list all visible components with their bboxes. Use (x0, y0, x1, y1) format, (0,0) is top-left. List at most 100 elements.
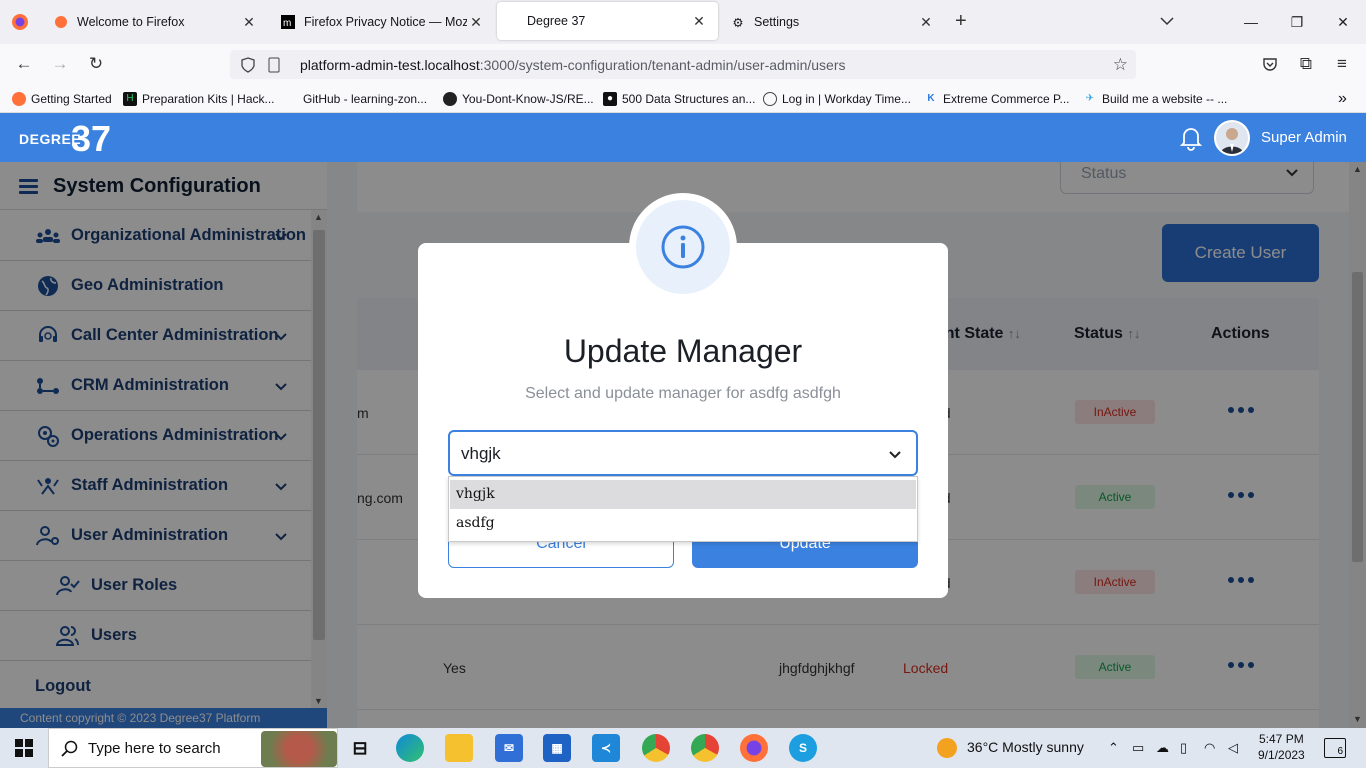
windows-start-icon[interactable] (0, 728, 48, 768)
search-highlight-flower-image (261, 731, 337, 767)
browser-tab-bar: Welcome to Firefox ✕ m Firefox Privacy N… (0, 0, 1366, 44)
taskbar-clock[interactable]: 5:47 PM 9/1/2023 (1258, 731, 1305, 763)
modal-title: Update Manager (563, 333, 803, 369)
app-header: DEGREE 37 Super Admin (0, 113, 1366, 162)
bookmark-star-icon[interactable]: ☆ (1113, 55, 1128, 75)
bookmarks-bar: Getting Started H Preparation Kits | Hack… (0, 84, 1366, 113)
volume-icon[interactable]: ◁ (1228, 740, 1238, 756)
bookmark-label: Build me a website -- ... (1102, 91, 1228, 106)
dropdown-option[interactable]: asdfg (450, 509, 916, 538)
dropdown-option[interactable]: vhgjk (450, 480, 916, 509)
hamburger-menu-icon[interactable]: ≡ (1330, 52, 1354, 76)
bookmark-label: Getting Started (31, 91, 112, 106)
avatar[interactable] (1214, 120, 1250, 156)
gear-icon: ⚙ (732, 15, 744, 30)
new-tab-plus-icon[interactable]: + (955, 11, 975, 31)
page-info-icon[interactable] (268, 57, 282, 73)
manager-select[interactable]: vhgjk (448, 430, 918, 476)
more-bookmarks-chevron-icon[interactable]: » (1338, 90, 1347, 107)
pocket-icon[interactable] (1258, 52, 1282, 76)
bookmark-item[interactable]: K Extreme Commerce P... (924, 90, 1069, 107)
forward-arrow-icon[interactable]: → (48, 52, 72, 76)
url-path: :3000/system-configuration/tenant-admin/… (479, 56, 846, 73)
mozilla-icon: m (280, 14, 296, 30)
firefox-menu-icon[interactable] (10, 12, 30, 32)
chrome-icon[interactable] (642, 734, 670, 762)
tab-welcome[interactable]: Welcome to Firefox ✕ (43, 0, 268, 44)
browser-nav-bar: ← → ↻ platform-admin-test.localhost:3000… (0, 44, 1366, 84)
modal-subtitle: Select and update manager for asdfg asdf… (525, 385, 841, 402)
weather-sun-icon[interactable] (937, 738, 957, 758)
bookmark-item[interactable]: Getting Started (12, 90, 112, 107)
github-icon (443, 91, 457, 106)
tab-title: Settings (754, 15, 800, 29)
logo-text-37: 37 (71, 118, 112, 159)
file-explorer-icon[interactable] (445, 734, 473, 762)
chrome-profile-icon[interactable] (691, 734, 719, 762)
search-icon (61, 740, 79, 758)
hackerrank-icon: H (123, 91, 137, 106)
firefox-icon (12, 91, 26, 106)
url-bar[interactable]: platform-admin-test.localhost:3000/syste… (230, 50, 1136, 79)
close-icon[interactable]: ✕ (917, 14, 935, 31)
tab-settings[interactable]: ⚙ Settings ✕ (720, 0, 945, 44)
extensions-icon[interactable]: ⧉ (1294, 52, 1318, 76)
bookmark-item[interactable]: ● 500 Data Structures an... (603, 90, 755, 107)
bookmark-label: Extreme Commerce P... (943, 91, 1070, 106)
notification-center-icon[interactable]: 6 (1324, 738, 1346, 758)
minimize-icon[interactable]: — (1228, 0, 1274, 44)
clock-date: 9/1/2023 (1258, 748, 1305, 762)
tray-device-icon[interactable]: ▭ (1132, 740, 1144, 756)
taskbar-search-input[interactable]: Type here to search (48, 728, 338, 768)
manager-select-value: vhgjk (461, 444, 501, 463)
close-icon[interactable]: ✕ (690, 13, 708, 30)
skype-icon[interactable]: S (789, 734, 817, 762)
onedrive-cloud-icon[interactable]: ☁ (1156, 740, 1169, 756)
bird-icon: ✈ (1085, 93, 1095, 104)
close-icon[interactable]: ✕ (467, 14, 485, 31)
tab-privacy[interactable]: m Firefox Privacy Notice — Mozill ✕ (270, 0, 495, 44)
list-tabs-chevron-icon[interactable] (1158, 12, 1176, 30)
wifi-icon[interactable]: ◠ (1204, 740, 1215, 756)
shield-icon[interactable] (240, 56, 260, 73)
bookmark-item[interactable]: H Preparation Kits | Hack... (123, 90, 275, 107)
tray-chevron-up-icon[interactable]: ⌃ (1108, 740, 1119, 756)
notification-bell-icon[interactable] (1178, 125, 1204, 151)
bookmark-label: Log in | Workday Time... (782, 91, 911, 106)
bookmark-item[interactable]: GitHub - learning-zon... (284, 90, 427, 107)
blank-page-icon (284, 92, 298, 106)
manager-dropdown-list: vhgjk asdfg (448, 476, 918, 542)
weather-text[interactable]: 36°C Mostly sunny (967, 739, 1084, 755)
tab-title: Degree 37 (527, 14, 586, 28)
vscode-icon[interactable]: ≺ (592, 734, 620, 762)
bookmark-item[interactable]: Log in | Workday Time... (763, 90, 911, 107)
reload-icon[interactable]: ↻ (84, 52, 108, 76)
extreme-commerce-icon: K (927, 93, 935, 104)
firefox-taskbar-icon[interactable] (740, 734, 768, 762)
task-view-icon[interactable]: ⊟ (346, 734, 374, 762)
restore-icon[interactable]: ❐ (1274, 0, 1320, 44)
store-icon[interactable]: ▦ (543, 734, 571, 762)
bookmark-label: 500 Data Structures an... (622, 91, 756, 106)
tab-title: Welcome to Firefox (77, 15, 185, 29)
windows-taskbar: Type here to search ⊟ ✉ ▦ ≺ S 36°C Mostl… (0, 728, 1366, 768)
mail-icon[interactable]: ✉ (495, 734, 523, 762)
svg-text:m: m (283, 18, 291, 29)
firefox-icon (53, 14, 69, 30)
bookmark-label: Preparation Kits | Hack... (142, 91, 275, 106)
edge-icon[interactable] (396, 734, 424, 762)
user-name[interactable]: Super Admin (1261, 129, 1347, 146)
url-host: platform-admin-test.localhost (300, 56, 480, 73)
tab-degree37[interactable]: Degree 37 ✕ (497, 2, 718, 40)
taskbar-search-placeholder: Type here to search (88, 739, 221, 757)
bookmark-item[interactable]: ✈ Build me a website -- ... (1083, 90, 1228, 107)
window-close-icon[interactable]: ✕ (1320, 0, 1366, 44)
bookmark-label: You-Dont-Know-JS/RE... (462, 91, 594, 106)
back-arrow-icon[interactable]: ← (12, 52, 36, 76)
bookmark-item[interactable]: You-Dont-Know-JS/RE... (443, 90, 594, 107)
globe-icon (763, 91, 777, 106)
info-icon (636, 200, 730, 294)
battery-icon[interactable]: ▯ (1180, 740, 1187, 756)
close-icon[interactable]: ✕ (240, 14, 258, 31)
clock-time: 5:47 PM (1259, 732, 1304, 746)
